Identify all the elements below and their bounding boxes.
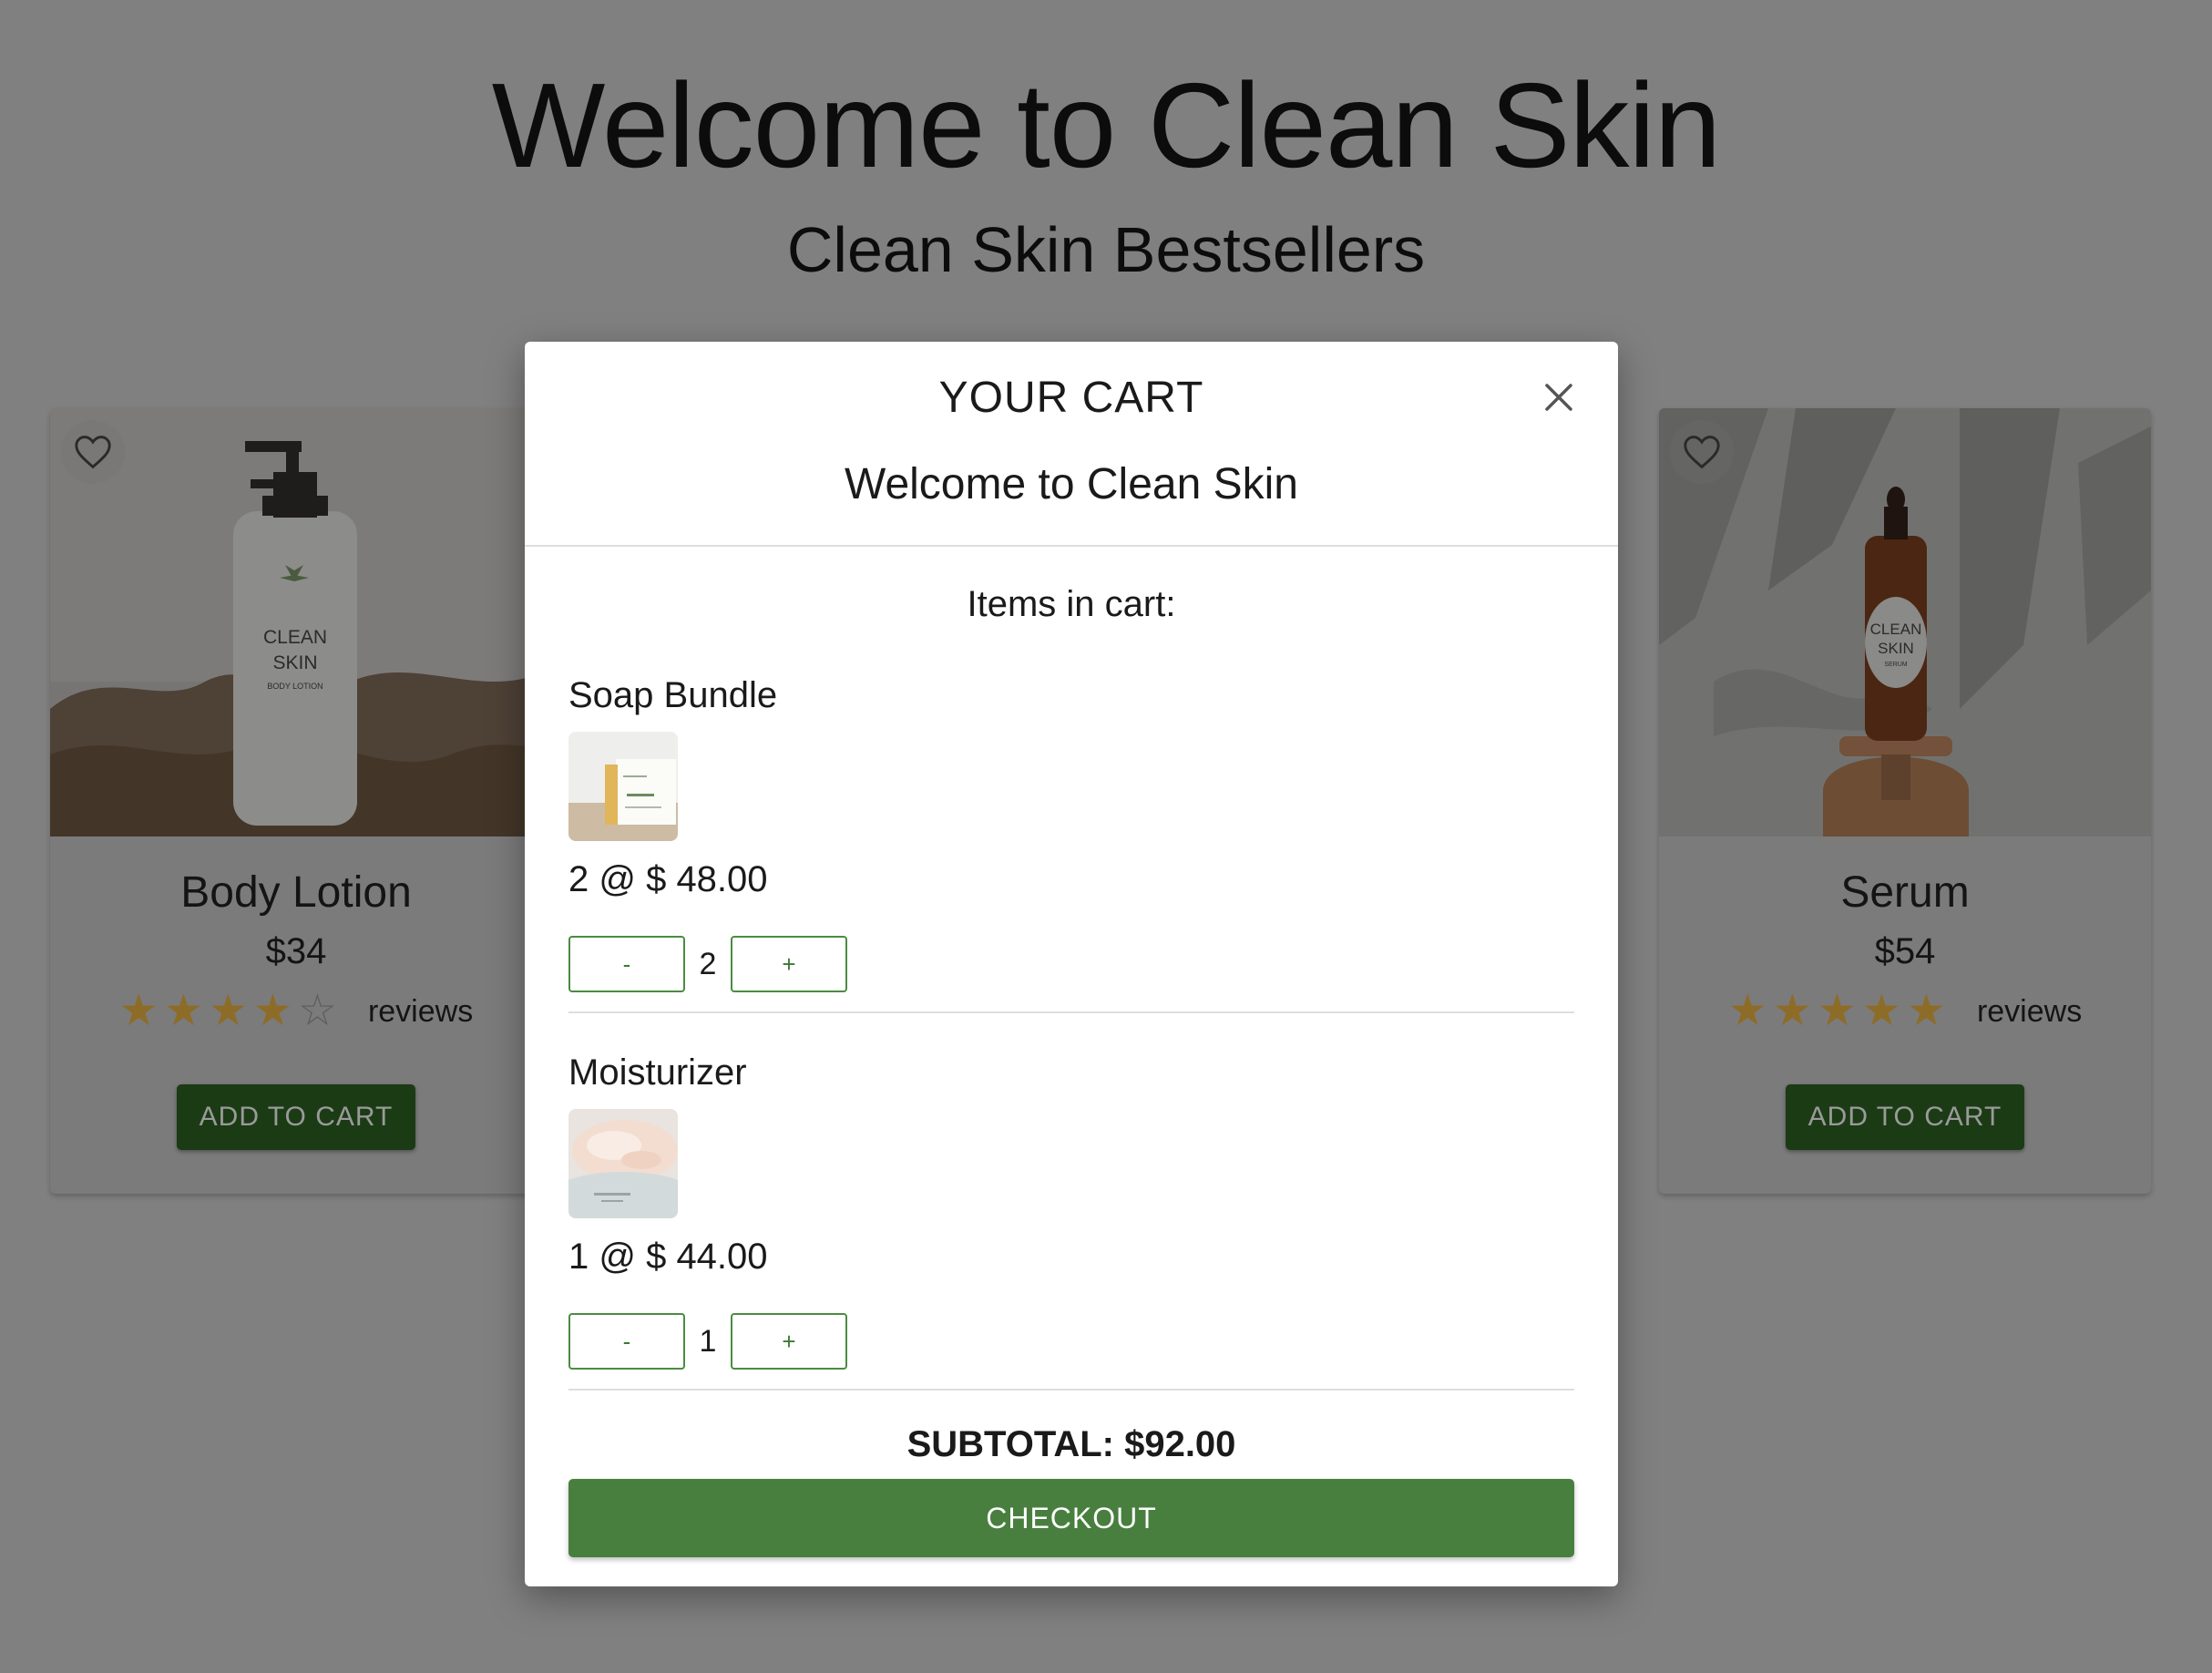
star-full-icon: ★ <box>1906 987 1946 1035</box>
decrement-button[interactable]: - <box>568 936 685 992</box>
cart-item-price: 1 @ $ 44.00 <box>568 1237 768 1277</box>
increment-button[interactable]: + <box>731 936 847 992</box>
close-button[interactable] <box>1536 375 1582 420</box>
product-image-body-lotion: CLEAN SKIN BODY LOTION <box>50 408 542 836</box>
star-full-icon: ★ <box>1817 987 1857 1035</box>
product-price: $34 <box>265 931 327 971</box>
items-heading: Items in cart: <box>967 584 1176 624</box>
heart-outline-icon <box>75 436 111 469</box>
image-product-line: BODY LOTION <box>267 682 323 691</box>
star-empty-icon: ☆ <box>297 987 337 1035</box>
add-to-cart-button[interactable]: ADD TO CART <box>1786 1084 2024 1150</box>
star-full-icon: ★ <box>1772 987 1812 1035</box>
section-title: Clean Skin Bestsellers <box>786 214 1426 285</box>
product-card-body-lotion: CLEAN SKIN BODY LOTION Body Lotion $34 ★… <box>50 408 542 1194</box>
add-to-cart-button[interactable]: ADD TO CART <box>177 1084 415 1150</box>
cart-item-name: Moisturizer <box>568 1052 747 1093</box>
quantity-value: 1 <box>699 1323 717 1359</box>
cart-title: YOUR CART <box>938 374 1204 422</box>
favorite-button[interactable] <box>1670 420 1734 484</box>
star-full-icon: ★ <box>1727 987 1767 1035</box>
cart-item-price: 2 @ $ 48.00 <box>568 859 768 899</box>
checkout-button[interactable]: CHECKOUT <box>568 1479 1574 1557</box>
cart-modal: YOUR CART Welcome to Clean Skin Items in… <box>525 342 1618 1586</box>
item-divider <box>568 1011 1574 1013</box>
product-image-serum: CLEAN SKIN SERUM <box>1659 408 2151 836</box>
image-brand-line-1: CLEAN <box>1869 621 1922 638</box>
product-name: Serum <box>1840 868 1970 917</box>
reviews-link[interactable]: reviews <box>368 994 473 1030</box>
image-brand-line-2: SKIN <box>272 652 318 673</box>
product-rating: ★ ★ ★ ★ ★ reviews <box>1659 984 2151 1039</box>
cart-item-soap-bundle: Soap Bundle 2 @ $ 48.00 - 2 + <box>568 670 1574 992</box>
item-divider <box>568 1389 1574 1391</box>
product-name: Body Lotion <box>180 868 412 917</box>
cart-item-name: Soap Bundle <box>568 675 778 715</box>
header-divider <box>525 545 1618 547</box>
decrement-button[interactable]: - <box>568 1313 685 1370</box>
star-full-icon: ★ <box>208 987 248 1035</box>
product-price: $54 <box>1874 931 1936 971</box>
favorite-button[interactable] <box>61 420 125 484</box>
image-brand-line-1: CLEAN <box>262 627 328 648</box>
star-full-icon: ★ <box>1861 987 1901 1035</box>
cart-item-thumbnail <box>568 1109 678 1218</box>
star-full-icon: ★ <box>163 987 203 1035</box>
cart-item-moisturizer: Moisturizer 1 @ $ 44.00 - 1 + <box>568 1047 1574 1370</box>
cart-subtitle: Welcome to Clean Skin <box>845 460 1298 508</box>
product-card-serum: CLEAN SKIN SERUM Serum $54 ★ ★ ★ ★ ★ rev… <box>1659 408 2151 1194</box>
increment-button[interactable]: + <box>731 1313 847 1370</box>
quantity-stepper: - 2 + <box>568 936 1574 992</box>
heart-outline-icon <box>1684 436 1720 469</box>
cart-item-thumbnail <box>568 732 678 841</box>
star-full-icon: ★ <box>252 987 292 1035</box>
quantity-stepper: - 1 + <box>568 1313 1574 1370</box>
quantity-value: 2 <box>699 946 717 981</box>
product-rating: ★ ★ ★ ★ ☆ reviews <box>50 984 542 1039</box>
image-brand-line-2: SKIN <box>1878 640 1914 657</box>
cart-subtotal: SUBTOTAL: $92.00 <box>906 1424 1236 1464</box>
image-product-line: SERUM <box>1884 662 1908 668</box>
reviews-link[interactable]: reviews <box>1977 994 2082 1030</box>
close-icon <box>1545 384 1572 411</box>
star-full-icon: ★ <box>118 987 159 1035</box>
site-title: Welcome to Clean Skin <box>491 58 1722 192</box>
